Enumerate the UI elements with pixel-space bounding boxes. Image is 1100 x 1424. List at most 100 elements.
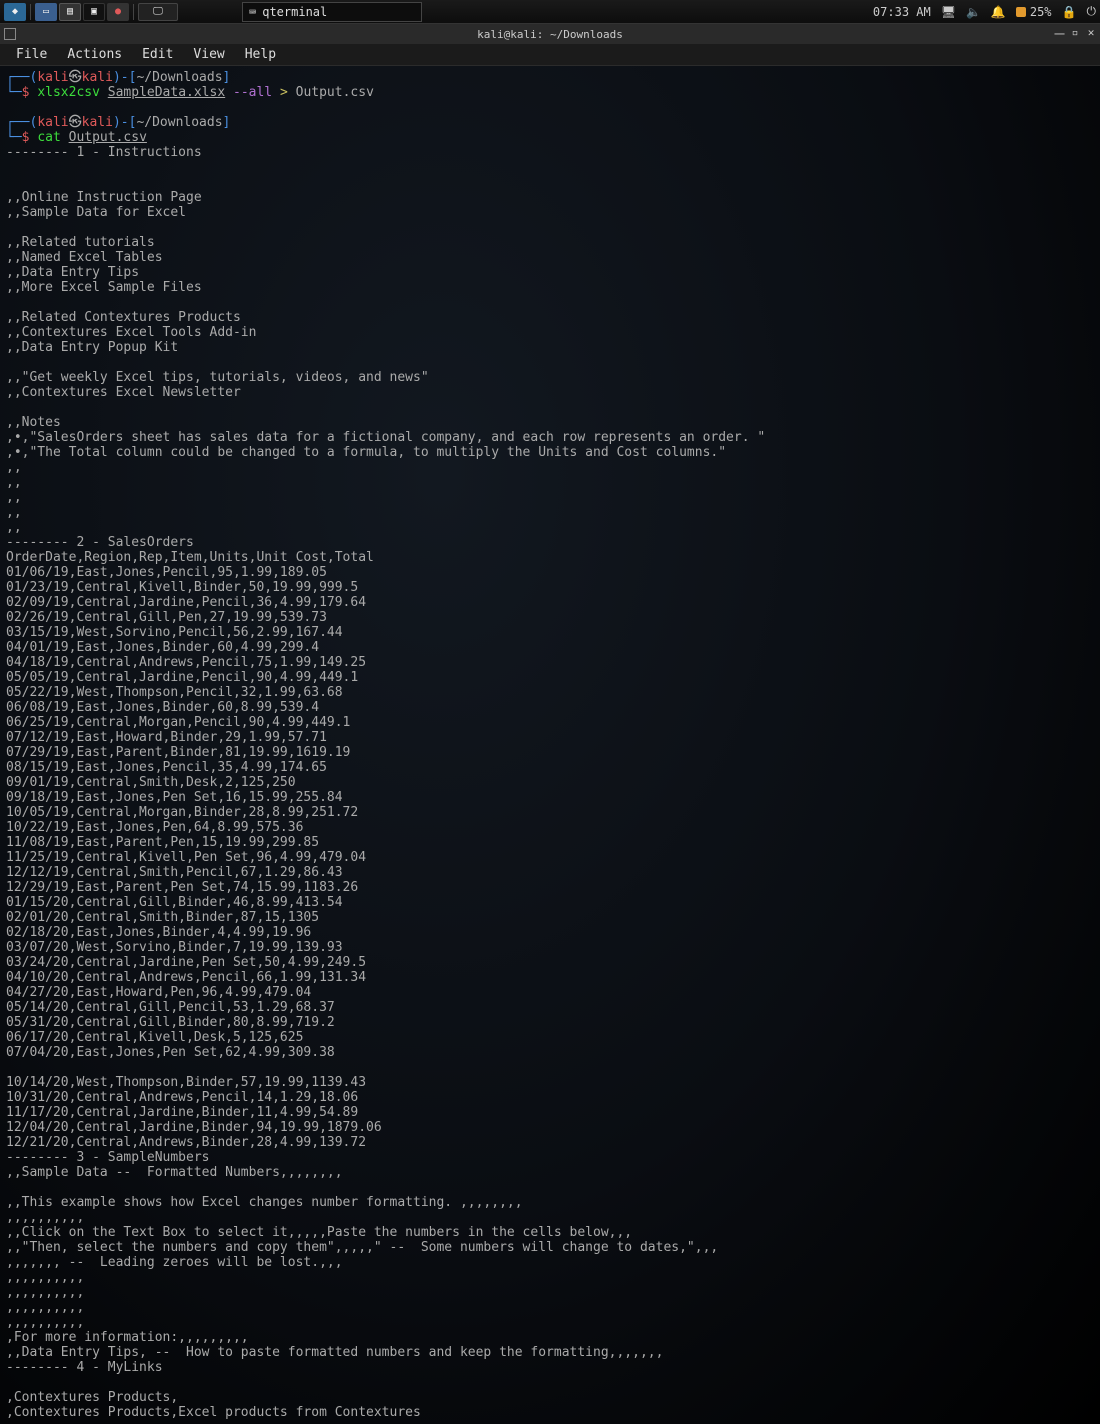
taskbar-editor-icon[interactable]: ▣ <box>83 3 105 21</box>
volume-icon[interactable]: 🔈 <box>966 5 981 19</box>
terminal-output-line: ,,Sample Data -- Formatted Numbers,,,,,,… <box>6 1165 343 1180</box>
menu-file[interactable]: File <box>6 45 57 64</box>
taskbar-app-qterminal[interactable]: ⌨ qterminal <box>242 2 422 22</box>
terminal-output-line: ,,Notes <box>6 415 61 430</box>
terminal-output-line: -------- 1 - Instructions <box>6 145 202 160</box>
terminal-output-line: ,, <box>6 505 22 520</box>
menu-help[interactable]: Help <box>235 45 286 64</box>
lock-icon[interactable]: 🔒 <box>1062 5 1077 19</box>
notifications-icon[interactable]: 🔔 <box>991 5 1006 19</box>
terminal-output-line: -------- 3 - SampleNumbers <box>6 1150 210 1165</box>
terminal-viewport[interactable]: ┌──(kali㉿kali)-[~/Downloads] └─$ xlsx2cs… <box>0 66 1100 1424</box>
display-icon[interactable]: 🖥 <box>941 5 956 19</box>
terminal-output-line: 12/12/19,Central,Smith,Pencil,67,1.29,86… <box>6 865 343 880</box>
terminal-output-line: ,,,,,,,,,, <box>6 1270 84 1285</box>
power-icon[interactable]: ⏻ <box>1087 4 1097 19</box>
terminal-output-line: 10/22/19,East,Jones,Pen,64,8.99,575.36 <box>6 820 303 835</box>
terminal-output-line: 10/31/20,Central,Andrews,Pencil,14,1.29,… <box>6 1090 358 1105</box>
close-button[interactable]: ✕ <box>1086 26 1096 42</box>
menu-view[interactable]: View <box>183 45 234 64</box>
terminal-output-line: 10/05/19,Central,Morgan,Binder,28,8.99,2… <box>6 805 358 820</box>
terminal-output-line: ,Contextures Products,Excel products fro… <box>6 1405 421 1420</box>
terminal-output-line: ,,"Get weekly Excel tips, tutorials, vid… <box>6 370 429 385</box>
terminal-output-line: ,,Contextures Excel Newsletter <box>6 385 241 400</box>
window-titlebar[interactable]: kali@kali: ~/Downloads 一 ▫ ✕ <box>0 24 1100 44</box>
terminal-output-line: 08/15/19,East,Jones,Pencil,35,4.99,174.6… <box>6 760 327 775</box>
terminal-output-line: 12/29/19,East,Parent,Pen Set,74,15.99,11… <box>6 880 358 895</box>
terminal-output-line: ,Contextures Products, <box>6 1390 178 1405</box>
terminal-output-line: 02/26/19,Central,Gill,Pen,27,19.99,539.7… <box>6 610 327 625</box>
terminal-output-line: 02/01/20,Central,Smith,Binder,87,15,1305 <box>6 910 319 925</box>
terminal-output-line: 10/14/20,West,Thompson,Binder,57,19.99,1… <box>6 1075 366 1090</box>
taskbar-record-icon[interactable]: ● <box>107 3 129 21</box>
terminal-output-line: ,•,"SalesOrders sheet has sales data for… <box>6 430 765 445</box>
terminal-output-line: ,,Data Entry Tips <box>6 265 139 280</box>
terminal-output-line: ,,,,,,,,,, <box>6 1300 84 1315</box>
terminal-output-line: 11/25/19,Central,Kivell,Pen Set,96,4.99,… <box>6 850 366 865</box>
terminal-output-line: 11/17/20,Central,Jardine,Binder,11,4.99,… <box>6 1105 358 1120</box>
terminal-output-line: 06/17/20,Central,Kivell,Desk,5,125,625 <box>6 1030 303 1045</box>
terminal-output-line: 04/01/19,East,Jones,Binder,60,4.99,299.4 <box>6 640 319 655</box>
taskbar-terminal-icon[interactable]: ▭ <box>35 3 57 21</box>
taskbar-screenshot-icon[interactable]: 🖵 <box>138 3 178 21</box>
terminal-output-line: 12/21/20,Central,Andrews,Binder,28,4.99,… <box>6 1135 366 1150</box>
clock[interactable]: 07:33 AM <box>873 5 931 19</box>
battery-indicator[interactable]: 25% <box>1016 5 1052 19</box>
taskbar-app-label: qterminal <box>262 5 327 19</box>
terminal-output-line: 01/23/19,Central,Kivell,Binder,50,19.99,… <box>6 580 358 595</box>
terminal-output-line: 12/04/20,Central,Jardine,Binder,94,19.99… <box>6 1120 382 1135</box>
terminal-output-line: 07/12/19,East,Howard,Binder,29,1.99,57.7… <box>6 730 327 745</box>
terminal-output-line: ,,Related tutorials <box>6 235 155 250</box>
terminal-output-line: 05/14/20,Central,Gill,Pencil,53,1.29,68.… <box>6 1000 335 1015</box>
window-icon <box>4 28 16 40</box>
terminal-output-line: 01/06/19,East,Jones,Pencil,95,1.99,189.0… <box>6 565 327 580</box>
menubar: File Actions Edit View Help <box>0 44 1100 66</box>
terminal-output-line: ,•,"The Total column could be changed to… <box>6 445 726 460</box>
start-menu-icon[interactable]: ◆ <box>4 3 26 21</box>
terminal-output-line: 06/25/19,Central,Morgan,Pencil,90,4.99,4… <box>6 715 350 730</box>
separator <box>30 4 31 20</box>
separator <box>133 4 134 20</box>
terminal-small-icon: ⌨ <box>249 5 256 19</box>
terminal-output-line: ,, <box>6 520 22 535</box>
terminal-output-line: ,,Named Excel Tables <box>6 250 163 265</box>
terminal-output-line: 05/05/19,Central,Jardine,Pencil,90,4.99,… <box>6 670 358 685</box>
terminal-output-line: 03/24/20,Central,Jardine,Pen Set,50,4.99… <box>6 955 366 970</box>
terminal-output-line: 01/15/20,Central,Gill,Binder,46,8.99,413… <box>6 895 343 910</box>
menu-edit[interactable]: Edit <box>132 45 183 64</box>
taskbar: ◆ ▭ ▤ ▣ ● 🖵 ⌨ qterminal 07:33 AM 🖥 🔈 🔔 2… <box>0 0 1100 24</box>
terminal-output-line: ,,Online Instruction Page <box>6 190 202 205</box>
terminal-output-line: 11/08/19,East,Parent,Pen,15,19.99,299.85 <box>6 835 319 850</box>
terminal-output-line: 05/31/20,Central,Gill,Binder,80,8.99,719… <box>6 1015 335 1030</box>
terminal-output-line: ,,,,,,,,,, <box>6 1285 84 1300</box>
terminal-output-line: 02/18/20,East,Jones,Binder,4,4.99,19.96 <box>6 925 311 940</box>
terminal-output-line: 07/29/19,East,Parent,Binder,81,19.99,161… <box>6 745 350 760</box>
terminal-output-line: 09/18/19,East,Jones,Pen Set,16,15.99,255… <box>6 790 343 805</box>
window-title: kali@kali: ~/Downloads <box>477 28 623 41</box>
terminal-output-line: 03/15/19,West,Sorvino,Pencil,56,2.99,167… <box>6 625 343 640</box>
terminal-output-line: ,,,,,,,,,, <box>6 1315 84 1330</box>
taskbar-files-icon[interactable]: ▤ <box>59 3 81 21</box>
terminal-output-line: ,,,,,,,,,, <box>6 1210 84 1225</box>
terminal-output-line: ,,Sample Data for Excel <box>6 205 186 220</box>
terminal-output-line: 04/27/20,East,Howard,Pen,96,4.99,479.04 <box>6 985 311 1000</box>
terminal-output-line: ,, <box>6 460 22 475</box>
terminal-output-line: 07/04/20,East,Jones,Pen Set,62,4.99,309.… <box>6 1045 335 1060</box>
terminal-output-line: 04/10/20,Central,Andrews,Pencil,66,1.99,… <box>6 970 366 985</box>
terminal-output-line: 09/01/19,Central,Smith,Desk,2,125,250 <box>6 775 296 790</box>
terminal-output-line: -------- 4 - MyLinks <box>6 1360 163 1375</box>
terminal-output-line: ,For more information:,,,,,,,,, <box>6 1330 249 1345</box>
terminal-output-line: 03/07/20,West,Sorvino,Binder,7,19.99,139… <box>6 940 343 955</box>
terminal-output-line: ,, <box>6 490 22 505</box>
terminal-output-line: ,, <box>6 1420 22 1424</box>
terminal-output-line: ,,"Then, select the numbers and copy the… <box>6 1240 718 1255</box>
terminal-output-line: ,,Related Contextures Products <box>6 310 241 325</box>
menu-actions[interactable]: Actions <box>57 45 132 64</box>
terminal-output-line: ,,More Excel Sample Files <box>6 280 202 295</box>
terminal-output-line: ,,Contextures Excel Tools Add-in <box>6 325 256 340</box>
terminal-output-line: ,,This example shows how Excel changes n… <box>6 1195 523 1210</box>
battery-icon <box>1016 7 1026 17</box>
minimize-button[interactable]: 一 <box>1054 26 1064 42</box>
terminal-output-line: 04/18/19,Central,Andrews,Pencil,75,1.99,… <box>6 655 366 670</box>
maximize-button[interactable]: ▫ <box>1070 26 1080 42</box>
